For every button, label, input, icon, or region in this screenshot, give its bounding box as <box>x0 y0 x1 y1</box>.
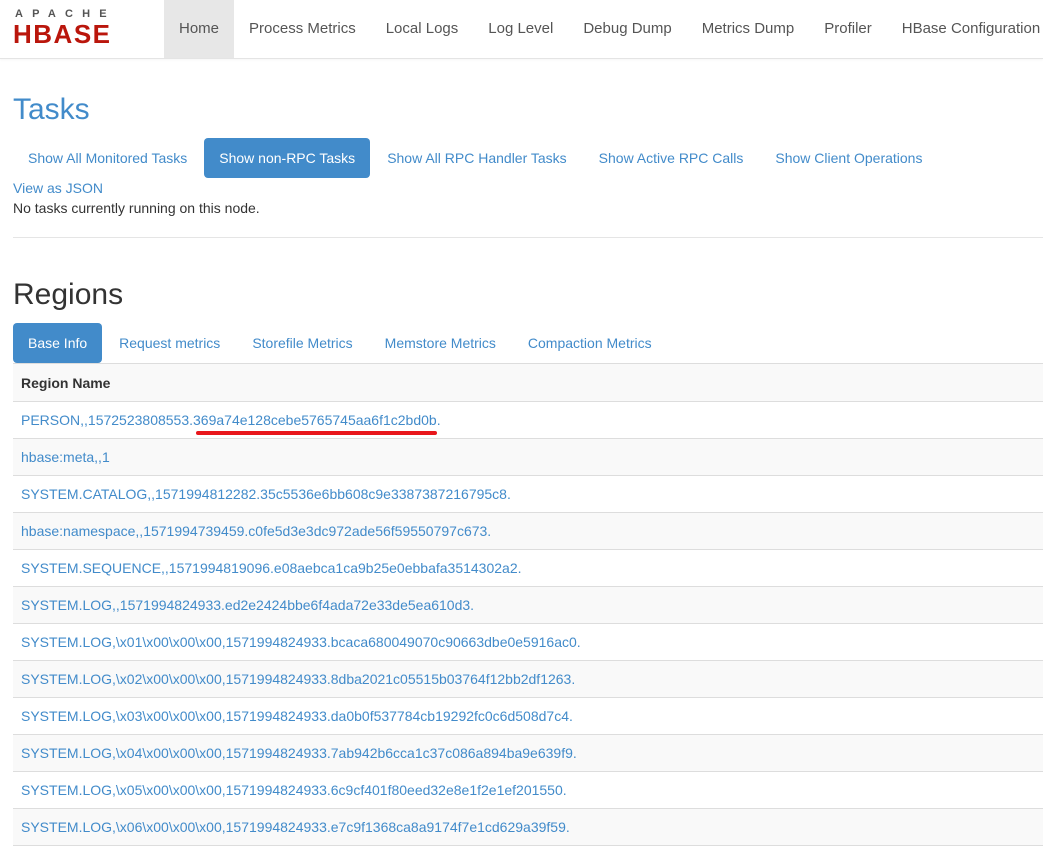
regions-table: Region Name PERSON,,1572523808553.369a74… <box>13 363 1043 846</box>
tab-storefile-metrics[interactable]: Storefile Metrics <box>237 323 367 363</box>
region-name-link[interactable]: SYSTEM.CATALOG,,1571994812282.35c5536e6b… <box>13 475 1043 513</box>
show-client-operations-tab[interactable]: Show Client Operations <box>760 138 937 178</box>
main-nav: Home Process Metrics Local Logs Log Leve… <box>164 0 1043 58</box>
tab-memstore-metrics[interactable]: Memstore Metrics <box>370 323 511 363</box>
table-row: SYSTEM.SEQUENCE,,1571994819096.e08aebca1… <box>13 549 1043 587</box>
table-row: SYSTEM.CATALOG,,1571994812282.35c5536e6b… <box>13 475 1043 513</box>
region-tabs: Base Info Request metrics Storefile Metr… <box>13 323 669 363</box>
tab-compaction-metrics[interactable]: Compaction Metrics <box>513 323 667 363</box>
table-row: hbase:meta,,1 <box>13 438 1043 476</box>
task-filter-pills: Show All Monitored Tasks Show non-RPC Ta… <box>13 138 939 178</box>
show-all-monitored-tasks-tab[interactable]: Show All Monitored Tasks <box>13 138 202 178</box>
regions-heading: Regions <box>13 278 124 311</box>
nav-debug-dump[interactable]: Debug Dump <box>568 0 686 58</box>
red-underline-annotation <box>196 431 437 435</box>
region-name-link[interactable]: hbase:namespace,,1571994739459.c0fe5d3e3… <box>13 512 1043 550</box>
table-row: PERSON,,1572523808553.369a74e128cebe5765… <box>13 401 1043 439</box>
region-name-link[interactable]: hbase:meta,,1 <box>13 438 1043 476</box>
view-as-json-link[interactable]: View as JSON <box>13 180 103 196</box>
region-name-link[interactable]: SYSTEM.SEQUENCE,,1571994819096.e08aebca1… <box>13 549 1043 587</box>
tab-base-info[interactable]: Base Info <box>13 323 103 363</box>
table-row: SYSTEM.LOG,\x03\x00\x00\x00,157199482493… <box>13 697 1043 735</box>
show-non-rpc-tasks-tab[interactable]: Show non-RPC Tasks <box>204 138 371 178</box>
table-row: hbase:namespace,,1571994739459.c0fe5d3e3… <box>13 512 1043 550</box>
show-active-rpc-calls-tab[interactable]: Show Active RPC Calls <box>584 138 759 178</box>
region-name-link[interactable]: SYSTEM.LOG,\x05\x00\x00\x00,157199482493… <box>13 771 1043 809</box>
nav-local-logs[interactable]: Local Logs <box>371 0 474 58</box>
hbase-logo[interactable]: APACHE HBASE <box>13 8 153 48</box>
tasks-status-text: No tasks currently running on this node. <box>13 200 260 216</box>
section-divider <box>13 237 1043 238</box>
table-row: SYSTEM.LOG,,1571994824933.ed2e2424bbe6f4… <box>13 586 1043 624</box>
nav-process-metrics[interactable]: Process Metrics <box>234 0 371 58</box>
nav-profiler[interactable]: Profiler <box>809 0 887 58</box>
region-name-link[interactable]: PERSON,,1572523808553.369a74e128cebe5765… <box>13 401 1043 439</box>
table-row: SYSTEM.LOG,\x01\x00\x00\x00,157199482493… <box>13 623 1043 661</box>
top-navbar: APACHE HBASE Home Process Metrics Local … <box>0 0 1043 59</box>
region-name-link[interactable]: SYSTEM.LOG,\x02\x00\x00\x00,157199482493… <box>13 660 1043 698</box>
region-name-link[interactable]: SYSTEM.LOG,\x04\x00\x00\x00,157199482493… <box>13 734 1043 772</box>
tasks-heading: Tasks <box>13 93 90 126</box>
table-header-row: Region Name <box>13 363 1043 402</box>
table-row: SYSTEM.LOG,\x02\x00\x00\x00,157199482493… <box>13 660 1043 698</box>
nav-home[interactable]: Home <box>164 0 235 58</box>
region-name-link[interactable]: SYSTEM.LOG,\x01\x00\x00\x00,157199482493… <box>13 623 1043 661</box>
region-name-column-header: Region Name <box>13 363 1043 402</box>
tab-request-metrics[interactable]: Request metrics <box>104 323 235 363</box>
table-row: SYSTEM.LOG,\x04\x00\x00\x00,157199482493… <box>13 734 1043 772</box>
region-name-link[interactable]: SYSTEM.LOG,,1571994824933.ed2e2424bbe6f4… <box>13 586 1043 624</box>
show-all-rpc-handler-tasks-tab[interactable]: Show All RPC Handler Tasks <box>372 138 581 178</box>
table-row: SYSTEM.LOG,\x05\x00\x00\x00,157199482493… <box>13 771 1043 809</box>
logo-hbase-text: HBASE <box>13 19 112 49</box>
region-name-link[interactable]: SYSTEM.LOG,\x03\x00\x00\x00,157199482493… <box>13 697 1043 735</box>
nav-log-level[interactable]: Log Level <box>473 0 568 58</box>
nav-hbase-configuration[interactable]: HBase Configuration <box>887 0 1043 58</box>
nav-metrics-dump[interactable]: Metrics Dump <box>687 0 810 58</box>
